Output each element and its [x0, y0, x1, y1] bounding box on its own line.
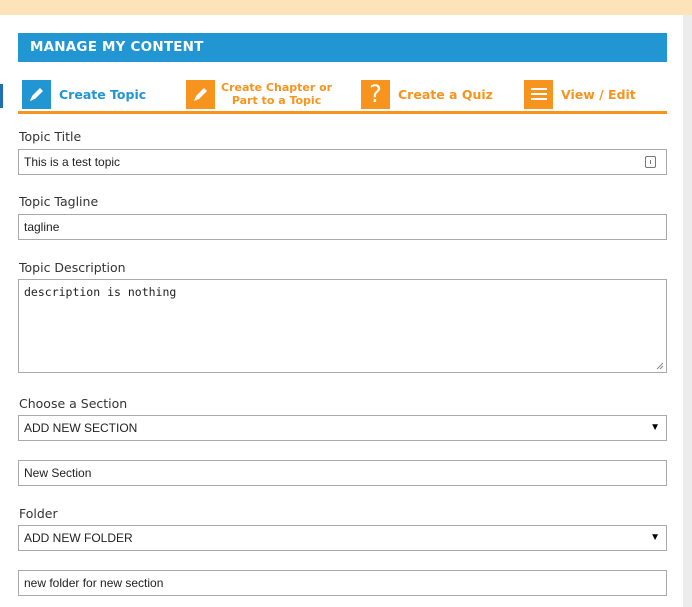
tab-create-topic[interactable]: Create Topic [22, 77, 146, 111]
folder-selected-value: ADD NEW FOLDER [24, 531, 133, 545]
new-section-input[interactable]: New Section [18, 460, 667, 486]
topic-tagline-input[interactable]: tagline [18, 214, 667, 240]
chevron-down-icon: ▼ [650, 532, 660, 543]
topic-title-label: Topic Title [19, 129, 82, 144]
topic-title-value: This is a test topic [24, 155, 121, 169]
question-icon: ? [361, 79, 390, 109]
new-folder-input[interactable]: new folder for new section [18, 570, 667, 596]
topic-description-value: description is nothing [24, 285, 177, 299]
choose-section-label: Choose a Section [19, 396, 128, 411]
tab-label: Create Topic [59, 86, 147, 102]
tab-label-line2: Part to a Topic [231, 94, 322, 107]
tab-label: Create a Quiz [398, 86, 493, 102]
top-banner-strip [0, 0, 692, 15]
pencil-icon [186, 79, 215, 109]
folder-select[interactable]: ADD NEW FOLDER ▼ [18, 525, 667, 551]
content-tabs: Create Topic Create Chapter or Part to a… [18, 77, 667, 114]
topic-title-input[interactable]: This is a test topic [18, 149, 667, 175]
input-assist-icon[interactable] [645, 156, 656, 168]
pencil-icon [22, 79, 51, 109]
list-icon [524, 79, 553, 109]
tab-label-line1: Create Chapter or [221, 81, 333, 94]
tab-label: Create Chapter or Part to a Topic [221, 81, 332, 107]
section-selected-value: ADD NEW SECTION [24, 421, 138, 435]
left-edge-marker [0, 84, 3, 108]
manage-content-header: MANAGE MY CONTENT [18, 33, 667, 62]
scrollbar-track[interactable] [683, 15, 692, 607]
topic-description-textarea[interactable]: description is nothing [18, 279, 667, 373]
section-select[interactable]: ADD NEW SECTION ▼ [18, 415, 667, 441]
topic-description-label: Topic Description [19, 260, 126, 275]
topic-tagline-label: Topic Tagline [19, 194, 99, 209]
tab-create-chapter[interactable]: Create Chapter or Part to a Topic [186, 77, 332, 111]
tab-view-edit[interactable]: View / Edit [524, 77, 636, 111]
resize-grip-icon[interactable] [656, 362, 664, 370]
tabs-underline [18, 111, 667, 114]
folder-label: Folder [19, 506, 58, 521]
tab-create-quiz[interactable]: ? Create a Quiz [361, 77, 493, 111]
tab-label: View / Edit [561, 86, 636, 102]
chevron-down-icon: ▼ [650, 422, 660, 433]
